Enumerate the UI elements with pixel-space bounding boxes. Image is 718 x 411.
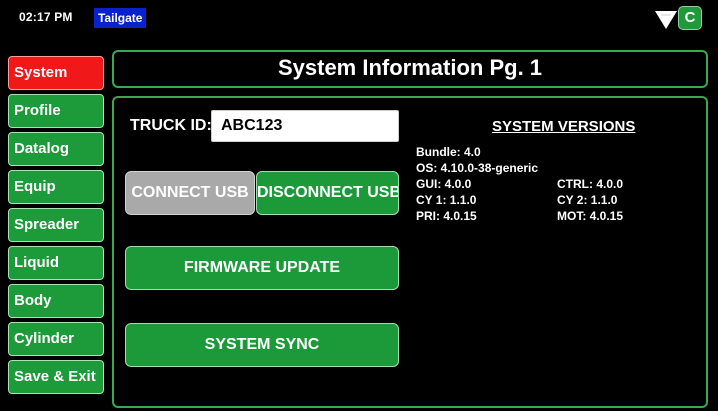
bundle-version: Bundle: 4.0 [416, 145, 481, 159]
mode-badge: Tailgate [94, 8, 147, 28]
sidebar-item-equip[interactable]: Equip [8, 170, 104, 204]
signal-triangle-icon [655, 11, 677, 29]
connect-usb-button[interactable]: CONNECT USB [125, 171, 255, 215]
pri-version: PRI: 4.0.15 [416, 209, 477, 223]
status-bar: 02:17 PM Tailgate C [0, 0, 718, 34]
sidebar-item-system[interactable]: System [8, 56, 104, 90]
sidebar-item-cylinder[interactable]: Cylinder [8, 322, 104, 356]
page-title: System Information Pg. 1 [112, 50, 708, 88]
firmware-update-button[interactable]: FIRMWARE UPDATE [125, 246, 399, 290]
os-version: OS: 4.10.0-38-generic [416, 161, 539, 175]
gui-version: GUI: 4.0.0 [416, 177, 472, 191]
system-versions-title: SYSTEM VERSIONS [492, 118, 636, 135]
system-sync-button[interactable]: SYSTEM SYNC [125, 323, 399, 367]
mot-version: MOT: 4.0.15 [557, 209, 624, 223]
disconnect-usb-button[interactable]: DISCONNECT USB [256, 171, 399, 215]
truck-id-input[interactable] [211, 110, 399, 142]
connection-badge-icon[interactable]: C [678, 6, 702, 30]
cy1-version: CY 1: 1.1.0 [416, 193, 477, 207]
cy2-version: CY 2: 1.1.0 [557, 193, 618, 207]
sidebar-item-liquid[interactable]: Liquid [8, 246, 104, 280]
sidebar-item-profile[interactable]: Profile [8, 94, 104, 128]
sidebar-item-save-exit[interactable]: Save & Exit [8, 360, 104, 394]
clock: 02:17 PM [19, 10, 73, 24]
ctrl-version: CTRL: 4.0.0 [557, 177, 624, 191]
sidebar-item-datalog[interactable]: Datalog [8, 132, 104, 166]
sidebar-item-spreader[interactable]: Spreader [8, 208, 104, 242]
sidebar-item-body[interactable]: Body [8, 284, 104, 318]
truck-id-label: TRUCK ID: [130, 117, 212, 134]
